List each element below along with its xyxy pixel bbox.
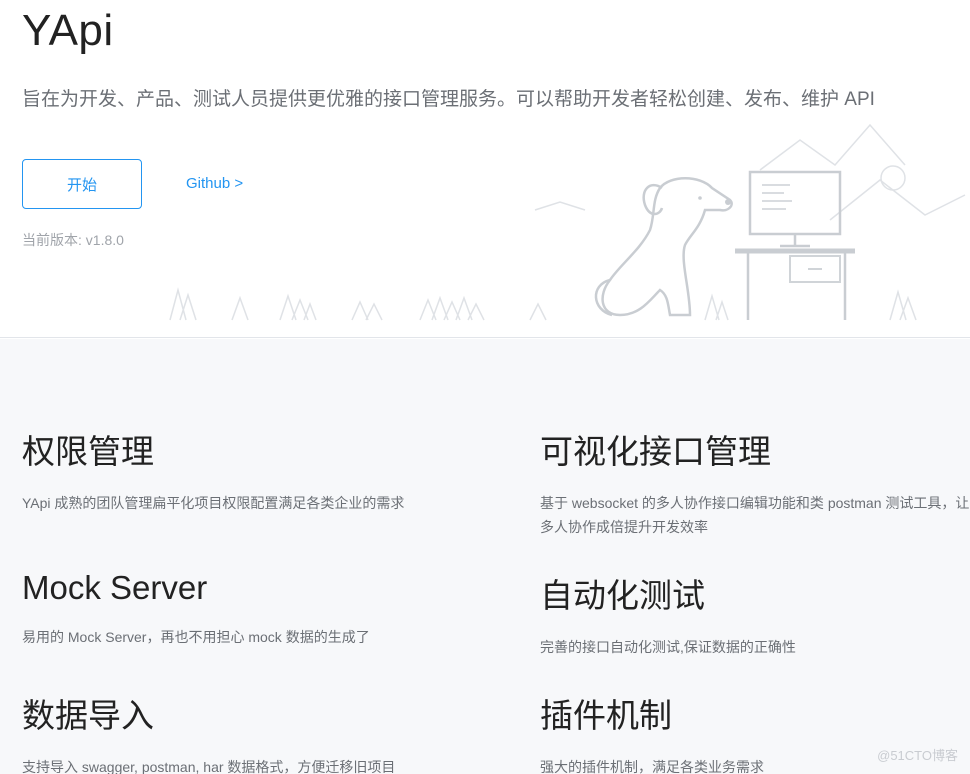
version-text: 当前版本: v1.8.0 — [22, 232, 124, 248]
feature-title: Mock Server — [22, 569, 208, 606]
feature-desc: 支持导入 swagger, postman, har 数据格式，方便迁移旧项目 — [22, 759, 396, 774]
watermark-text: @51CTO博客 — [877, 748, 958, 763]
feature-desc: YApi 成熟的团队管理扁平化项目权限配置满足各类企业的需求 — [22, 495, 405, 511]
feature-title: 可视化接口管理 — [540, 433, 771, 470]
feature-title: 权限管理 — [22, 433, 154, 470]
github-link[interactable]: Github > — [186, 175, 243, 192]
brand-title: YApi — [22, 6, 114, 55]
feature-data-import: 数据导入 支持导入 swagger, postman, har 数据格式，方便迁… — [22, 689, 462, 774]
feature-title: 数据导入 — [22, 697, 154, 734]
feature-title: 自动化测试 — [540, 577, 705, 614]
features-section: 权限管理 YApi 成熟的团队管理扁平化项目权限配置满足各类企业的需求 可视化接… — [0, 339, 970, 774]
hero-section: YApi 旨在为开发、产品、测试人员提供更优雅的接口管理服务。可以帮助开发者轻松… — [0, 0, 970, 338]
feature-desc: 完善的接口自动化测试,保证数据的正确性 — [540, 639, 796, 655]
start-button[interactable]: 开始 — [22, 159, 142, 209]
dog-desk-illustration — [169, 123, 966, 321]
feature-visual-api: 可视化接口管理 基于 websocket 的多人协作接口编辑功能和类 postm… — [540, 425, 970, 539]
feature-mock-server: Mock Server 易用的 Mock Server，再也不用担心 mock … — [22, 569, 462, 649]
feature-auto-test: 自动化测试 完善的接口自动化测试,保证数据的正确性 — [540, 569, 970, 659]
feature-title: 插件机制 — [540, 697, 672, 734]
feature-desc: 易用的 Mock Server，再也不用担心 mock 数据的生成了 — [22, 629, 370, 645]
feature-permission: 权限管理 YApi 成熟的团队管理扁平化项目权限配置满足各类企业的需求 — [22, 425, 462, 515]
feature-desc: 基于 websocket 的多人协作接口编辑功能和类 postman 测试工具，… — [540, 495, 970, 535]
hero-tagline: 旨在为开发、产品、测试人员提供更优雅的接口管理服务。可以帮助开发者轻松创建、发布… — [22, 89, 875, 110]
